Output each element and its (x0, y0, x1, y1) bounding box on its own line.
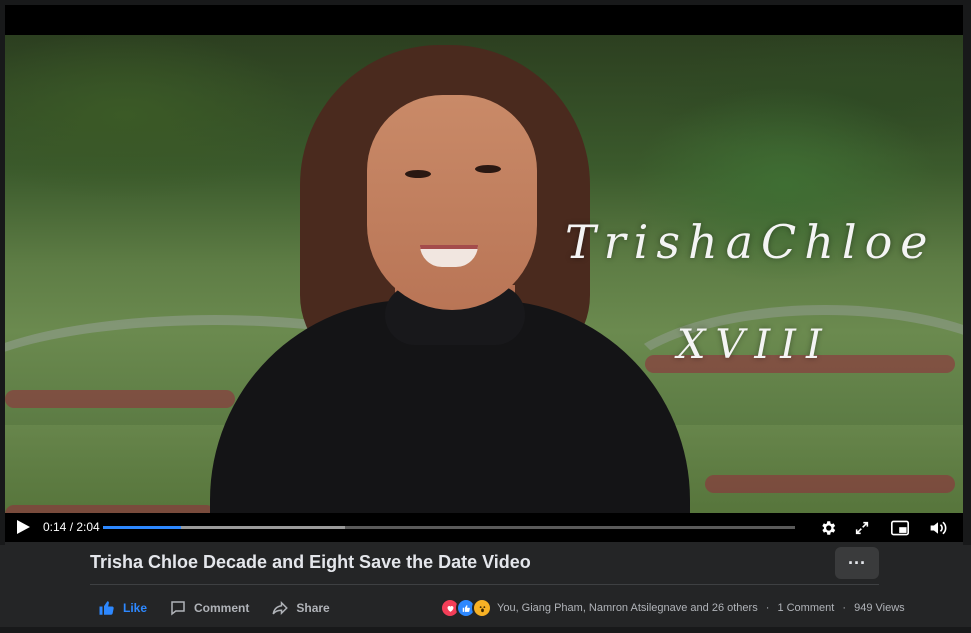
bottom-border (0, 627, 971, 633)
post-stats: · 1 Comment · 949 Views (766, 602, 905, 614)
progress-bar[interactable] (103, 526, 795, 529)
divider (90, 584, 879, 585)
video-overlay-subtitle: XVIII (677, 322, 832, 368)
expand-icon[interactable] (851, 517, 873, 539)
share-icon (271, 599, 289, 617)
flower-row (705, 475, 955, 493)
progress-played (103, 526, 182, 529)
comment-label: Comment (194, 601, 250, 615)
more-options-button[interactable]: ··· (835, 547, 879, 579)
comments-count[interactable]: 1 Comment (777, 602, 834, 614)
separator: · (765, 602, 770, 614)
action-bar: Like Comment Share (98, 598, 352, 618)
reactions-text[interactable]: You, Giang Pham, Namron Atsilegnave and … (497, 602, 758, 614)
volume-icon[interactable] (927, 517, 949, 539)
picture-in-picture-icon[interactable] (889, 517, 911, 539)
like-button[interactable]: Like (98, 599, 147, 617)
reactions-summary[interactable]: You, Giang Pham, Namron Atsilegnave and … (440, 597, 905, 619)
person-eye (475, 165, 501, 173)
video-overlay-title: TrishaChloe (565, 215, 936, 269)
person-eye (405, 170, 431, 178)
separator: · (842, 602, 847, 614)
video-frame[interactable]: TrishaChloe XVIII (5, 35, 963, 513)
share-label: Share (296, 601, 330, 615)
views-count: 949 Views (854, 602, 905, 614)
flower-row (5, 390, 235, 408)
video-controls: 0:14 / 2:04 (5, 513, 963, 542)
person-face (367, 95, 537, 310)
right-border (963, 0, 971, 545)
like-label: Like (123, 601, 148, 615)
video-player[interactable]: TrishaChloe XVIII 0:14 / 2:04 (5, 5, 963, 542)
comment-button[interactable]: Comment (169, 599, 249, 617)
video-title: Trisha Chloe Decade and Eight Save the D… (90, 552, 531, 572)
share-button[interactable]: Share (271, 599, 330, 617)
thumbs-up-icon (98, 599, 116, 617)
time-display: 0:14 / 2:04 (43, 520, 100, 534)
comment-icon (169, 599, 187, 617)
wow-reaction-icon (472, 598, 492, 618)
gear-icon[interactable] (817, 517, 839, 539)
flower-row (5, 505, 215, 513)
play-icon[interactable] (17, 520, 30, 534)
post-details: Trisha Chloe Decade and Eight Save the D… (0, 545, 971, 633)
